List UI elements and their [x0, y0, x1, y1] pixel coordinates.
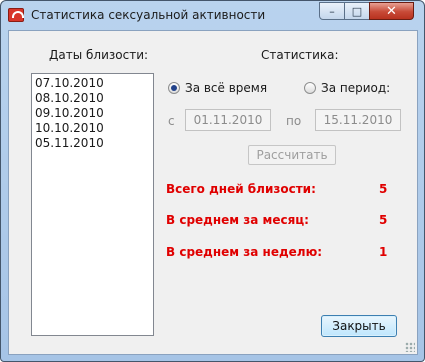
per-month-value: 5	[379, 213, 388, 227]
date-from-field[interactable]: 01.11.2010	[185, 109, 271, 131]
per-month-label: В среднем за месяц:	[166, 213, 309, 227]
from-label: с	[168, 114, 175, 128]
per-week-value: 1	[379, 245, 388, 259]
list-item[interactable]: 08.10.2010	[35, 91, 150, 106]
client-area: Даты близости: 07.10.2010 08.10.2010 09.10…	[8, 30, 418, 355]
statistics-label: Статистика:	[261, 48, 339, 62]
window-title: Статистика сексуальной активности	[31, 8, 266, 22]
radio-period[interactable]	[304, 82, 316, 94]
dates-label: Даты близости:	[49, 48, 149, 62]
close-icon: ✕	[386, 3, 397, 19]
maximize-icon: □	[351, 4, 363, 18]
close-button[interactable]: Закрыть	[321, 315, 397, 337]
resize-grip[interactable]	[405, 342, 415, 352]
list-item[interactable]: 07.10.2010	[35, 76, 150, 91]
title-bar[interactable]: Статистика сексуальной активности – □ ✕	[1, 1, 424, 31]
close-window-button[interactable]: ✕	[369, 2, 414, 20]
list-item[interactable]: 05.11.2010	[35, 136, 150, 151]
calculate-button[interactable]: Рассчитать	[248, 145, 336, 165]
radio-all-time-label[interactable]: За всё время	[185, 81, 267, 95]
maximize-button[interactable]: □	[344, 2, 370, 20]
total-days-value: 5	[379, 182, 388, 196]
total-days-label: Всего дней близости:	[166, 182, 316, 196]
list-item[interactable]: 09.10.2010	[35, 106, 150, 121]
radio-period-label[interactable]: За период:	[321, 81, 390, 95]
date-to-field[interactable]: 15.11.2010	[315, 109, 401, 131]
per-week-label: В среднем за неделю:	[166, 245, 323, 259]
to-label: по	[286, 114, 302, 128]
app-window: Статистика сексуальной активности – □ ✕ …	[0, 0, 425, 362]
list-item[interactable]: 10.10.2010	[35, 121, 150, 136]
minimize-icon: –	[329, 4, 335, 18]
radio-all-time[interactable]	[168, 82, 180, 94]
app-logo-icon	[8, 8, 24, 22]
minimize-button[interactable]: –	[319, 2, 345, 20]
dates-list[interactable]: 07.10.2010 08.10.2010 09.10.2010 10.10.2010…	[31, 73, 154, 336]
